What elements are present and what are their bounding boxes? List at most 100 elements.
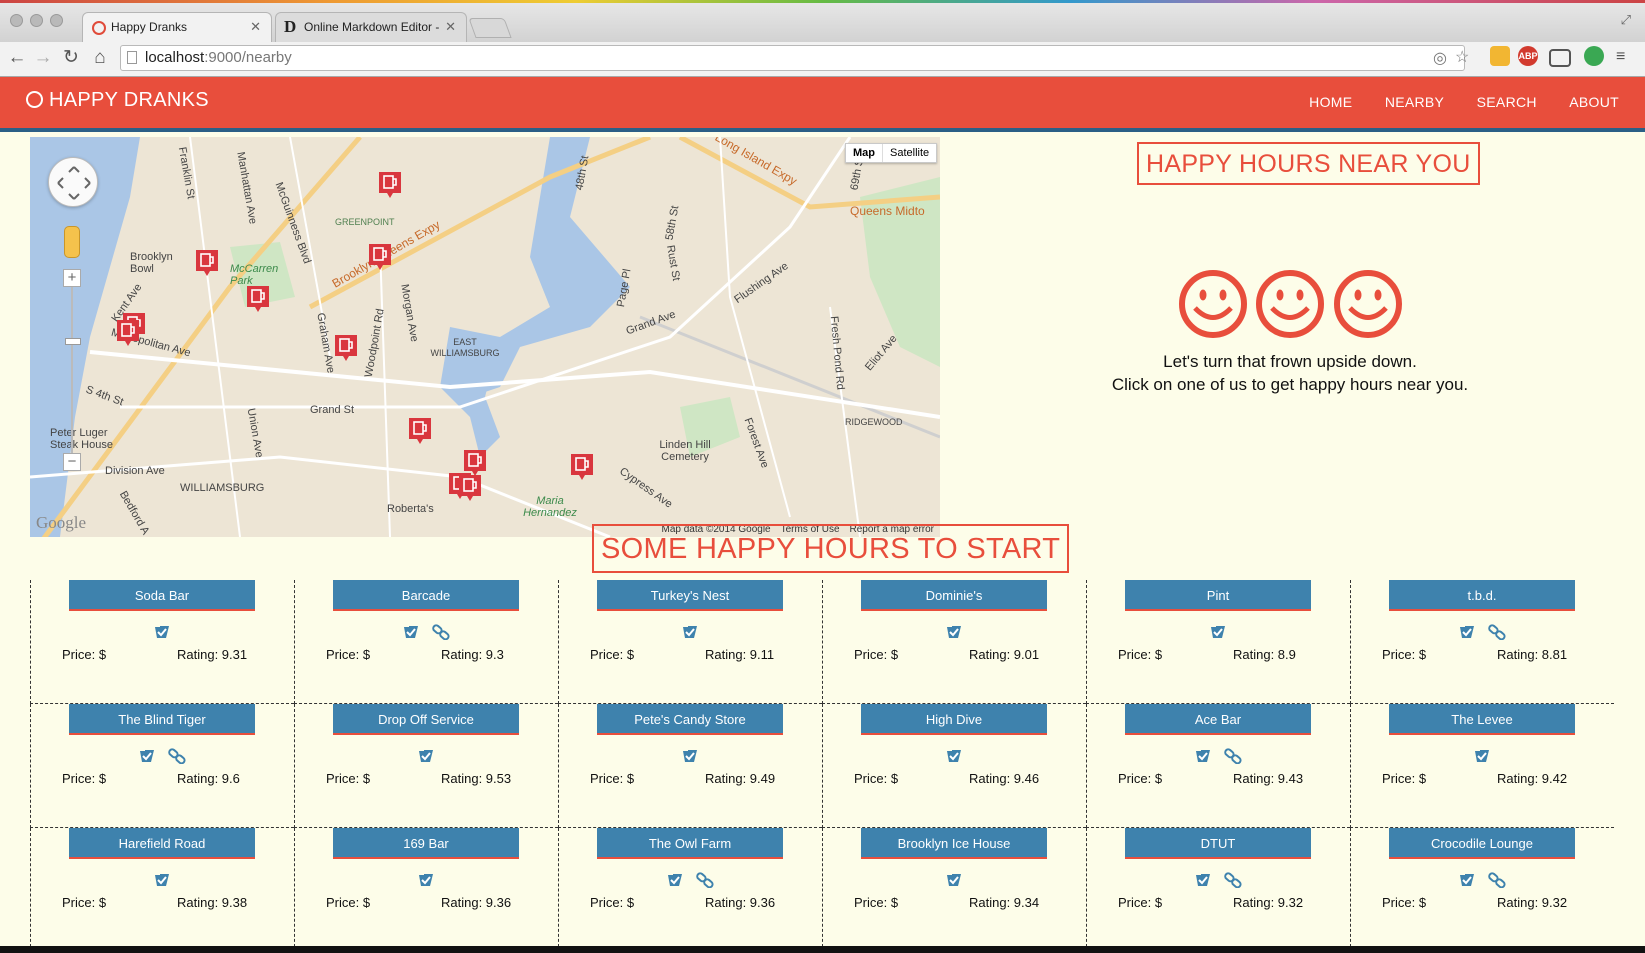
checkin-icon[interactable]	[417, 872, 435, 888]
brand-link[interactable]: HAPPY DRANKS	[26, 89, 209, 112]
checkin-icon[interactable]	[153, 624, 171, 640]
checkin-icon[interactable]	[1458, 624, 1476, 640]
zoom-slider-track[interactable]	[71, 287, 73, 453]
bar-name-button[interactable]: DTUT	[1125, 828, 1311, 859]
bar-marker-icon[interactable]	[116, 319, 140, 347]
bar-marker-icon[interactable]	[408, 417, 432, 445]
nav-home[interactable]: HOME	[1309, 94, 1352, 110]
smiley-face-icon[interactable]	[1255, 269, 1325, 339]
adblock-icon[interactable]: ABP	[1518, 46, 1538, 66]
forward-icon[interactable]: →	[31, 46, 55, 70]
bar-name-button[interactable]: High Dive	[861, 704, 1047, 735]
hangouts-icon[interactable]	[1584, 46, 1604, 66]
address-bar[interactable]: localhost:9000/nearby ◎ ☆	[120, 45, 1469, 71]
checkin-icon[interactable]	[153, 872, 171, 888]
link-icon[interactable]	[168, 748, 186, 765]
checkin-icon[interactable]	[666, 872, 684, 888]
checkin-icon[interactable]	[1194, 748, 1212, 764]
bar-marker-icon[interactable]	[378, 171, 402, 199]
checkin-icon[interactable]	[417, 748, 435, 764]
checkin-icon[interactable]	[1473, 748, 1491, 764]
link-icon[interactable]	[1488, 624, 1506, 641]
bar-name-button[interactable]: Brooklyn Ice House	[861, 828, 1047, 859]
new-tab-button[interactable]	[468, 18, 512, 38]
zoom-in-button[interactable]: +	[63, 269, 81, 287]
bar-card: Harefield Road Price: $ Rating: 9.38	[30, 828, 294, 946]
tab-close-icon[interactable]: ✕	[250, 13, 261, 41]
bar-marker-icon[interactable]	[195, 249, 219, 277]
nav-search[interactable]: SEARCH	[1477, 94, 1537, 110]
link-icon[interactable]	[432, 624, 450, 641]
bar-marker-icon[interactable]	[334, 334, 358, 362]
bar-card: Dominie's Price: $ Rating: 9.01	[822, 580, 1086, 704]
map[interactable]: Long Island Expy Queens Midto GREENPOINT…	[30, 137, 940, 537]
checkin-icon[interactable]	[945, 748, 963, 764]
bar-name-button[interactable]: 169 Bar	[333, 828, 519, 859]
map-label: Linden Hill Cemetery	[659, 439, 711, 463]
checkin-icon[interactable]	[402, 624, 420, 640]
nav-nearby[interactable]: NEARBY	[1385, 94, 1444, 110]
checkin-icon[interactable]	[945, 872, 963, 888]
extension-cube-icon[interactable]	[1490, 46, 1510, 66]
bar-name-button[interactable]: Harefield Road	[69, 828, 255, 859]
bar-name-button[interactable]: Drop Off Service	[333, 704, 519, 735]
bar-name-button[interactable]: Pint	[1125, 580, 1311, 611]
checkin-icon[interactable]	[138, 748, 156, 764]
checkin-icon[interactable]	[1194, 872, 1212, 888]
tab-happy-dranks[interactable]: Happy Dranks ✕	[82, 12, 272, 42]
bar-icons	[1087, 871, 1349, 891]
checkin-icon[interactable]	[681, 624, 699, 640]
tab-close-icon[interactable]: ✕	[445, 13, 456, 41]
nav-about[interactable]: ABOUT	[1569, 94, 1619, 110]
link-icon[interactable]	[1224, 872, 1242, 889]
bar-marker-icon[interactable]	[246, 285, 270, 313]
bar-marker-icon[interactable]	[570, 453, 594, 481]
link-icon[interactable]	[1488, 872, 1506, 889]
back-icon[interactable]: ←	[5, 46, 29, 70]
bar-price: Price: $	[1118, 895, 1163, 910]
checkin-icon[interactable]	[681, 748, 699, 764]
bar-name-button[interactable]: Pete's Candy Store	[597, 704, 783, 735]
zoom-slider-handle[interactable]	[65, 338, 81, 345]
bar-marker-icon[interactable]	[458, 474, 482, 502]
close-window-icon[interactable]	[10, 14, 23, 27]
bar-icons	[1351, 623, 1613, 643]
bar-name-button[interactable]: The Owl Farm	[597, 828, 783, 859]
link-icon[interactable]	[696, 872, 714, 889]
bar-name-button[interactable]: Barcade	[333, 580, 519, 611]
pan-control[interactable]	[48, 157, 98, 207]
cast-icon[interactable]	[1549, 49, 1571, 67]
bar-name-button[interactable]: Ace Bar	[1125, 704, 1311, 735]
checkin-icon[interactable]	[1209, 624, 1227, 640]
bar-name-button[interactable]: t.b.d.	[1389, 580, 1575, 611]
menu-icon[interactable]: ≡	[1616, 48, 1625, 66]
bar-name-button[interactable]: The Blind Tiger	[69, 704, 255, 735]
tab-markdown-editor[interactable]: D Online Markdown Editor - ✕	[275, 12, 467, 42]
map-label: McCarren Park	[230, 263, 279, 287]
map-type-satellite-button[interactable]: Satellite	[883, 144, 936, 162]
map-type-map-button[interactable]: Map	[846, 144, 883, 162]
reload-icon[interactable]: ↻	[59, 46, 83, 70]
home-icon[interactable]: ⌂	[88, 46, 112, 70]
bar-name-button[interactable]: Crocodile Lounge	[1389, 828, 1575, 859]
link-icon[interactable]	[1224, 748, 1242, 765]
location-icon[interactable]: ◎	[1433, 47, 1447, 71]
smiley-face-icon[interactable]	[1333, 269, 1403, 339]
fullscreen-icon[interactable]: ⤢	[1621, 12, 1631, 28]
bar-marker-icon[interactable]	[368, 243, 392, 271]
bar-name-button[interactable]: Soda Bar	[69, 580, 255, 611]
bar-name-button[interactable]: Turkey's Nest	[597, 580, 783, 611]
smiley-faces	[1178, 269, 1406, 344]
bookmark-star-icon[interactable]: ☆	[1455, 46, 1469, 70]
street-view-pegman-icon[interactable]	[64, 226, 80, 258]
zoom-out-button[interactable]: −	[63, 453, 81, 471]
bar-rating: Rating: 9.36	[441, 895, 512, 910]
minimize-window-icon[interactable]	[30, 14, 43, 27]
checkin-icon[interactable]	[945, 624, 963, 640]
bar-price: Price: $	[62, 895, 107, 910]
smiley-face-icon[interactable]	[1178, 269, 1248, 339]
bar-name-button[interactable]: The Levee	[1389, 704, 1575, 735]
zoom-window-icon[interactable]	[50, 14, 63, 27]
bar-name-button[interactable]: Dominie's	[861, 580, 1047, 611]
checkin-icon[interactable]	[1458, 872, 1476, 888]
